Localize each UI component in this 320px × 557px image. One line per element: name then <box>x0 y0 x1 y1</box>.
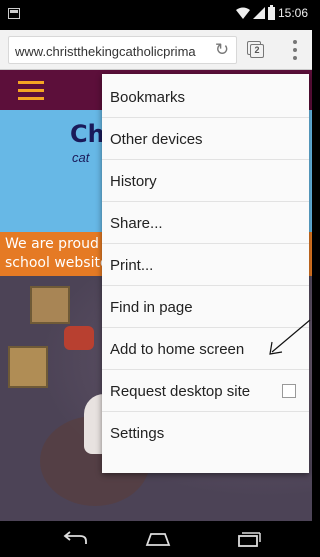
school-logo-text: Ch <box>70 120 105 148</box>
status-bar: 15:06 <box>0 0 312 30</box>
tab-count: 2 <box>250 44 264 58</box>
back-icon[interactable] <box>60 531 90 547</box>
status-time: 15:06 <box>277 6 308 20</box>
home-icon[interactable] <box>143 531 173 547</box>
menu-item-label: Bookmarks <box>110 89 186 106</box>
menu-item-label: Find in page <box>110 299 193 316</box>
menu-item-other-devices[interactable]: Other devices <box>102 118 309 160</box>
menu-item-settings[interactable]: Settings <box>102 412 309 454</box>
recents-icon[interactable] <box>233 531 263 547</box>
menu-item-label: Request desktop site <box>110 383 251 400</box>
overflow-menu-icon[interactable] <box>291 40 299 60</box>
url-text[interactable]: www.christthekingcatholicprima <box>15 44 211 60</box>
checkbox-icon[interactable] <box>282 384 296 398</box>
wifi-icon <box>235 7 250 19</box>
school-logo-subtext: cat <box>72 150 90 165</box>
signal-icon <box>252 7 265 19</box>
menu-item-print[interactable]: Print... <box>102 244 309 286</box>
menu-item-label: Share... <box>110 215 163 232</box>
battery-icon <box>267 4 275 20</box>
photo-toy <box>64 326 94 350</box>
browser-toolbar: www.christthekingcatholicprima ↻ 2 <box>0 30 312 70</box>
menu-item-history[interactable]: History <box>102 160 309 202</box>
reload-icon[interactable]: ↻ <box>213 41 231 59</box>
menu-item-label: Print... <box>110 257 154 274</box>
photo-crate <box>8 346 48 388</box>
hamburger-menu-icon[interactable] <box>18 81 44 101</box>
menu-item-label: History <box>110 173 157 190</box>
menu-item-share[interactable]: Share... <box>102 202 309 244</box>
screenshot-icon <box>8 8 20 19</box>
menu-item-bookmarks[interactable]: Bookmarks <box>102 76 309 118</box>
tabs-icon[interactable]: 2 <box>247 41 265 59</box>
navigation-bar <box>0 521 312 557</box>
menu-item-label: Settings <box>110 425 165 442</box>
menu-item-request-desktop-site[interactable]: Request desktop site <box>102 370 309 412</box>
menu-item-label: Other devices <box>110 131 203 148</box>
annotation-arrow-icon <box>269 319 311 355</box>
status-icons: 15:06 <box>235 4 308 20</box>
menu-item-label: Add to home screen <box>110 341 245 358</box>
url-field[interactable]: www.christthekingcatholicprima ↻ <box>8 36 237 64</box>
overflow-menu: Bookmarks Other devices History Share...… <box>102 74 309 473</box>
photo-shelf <box>30 286 70 324</box>
